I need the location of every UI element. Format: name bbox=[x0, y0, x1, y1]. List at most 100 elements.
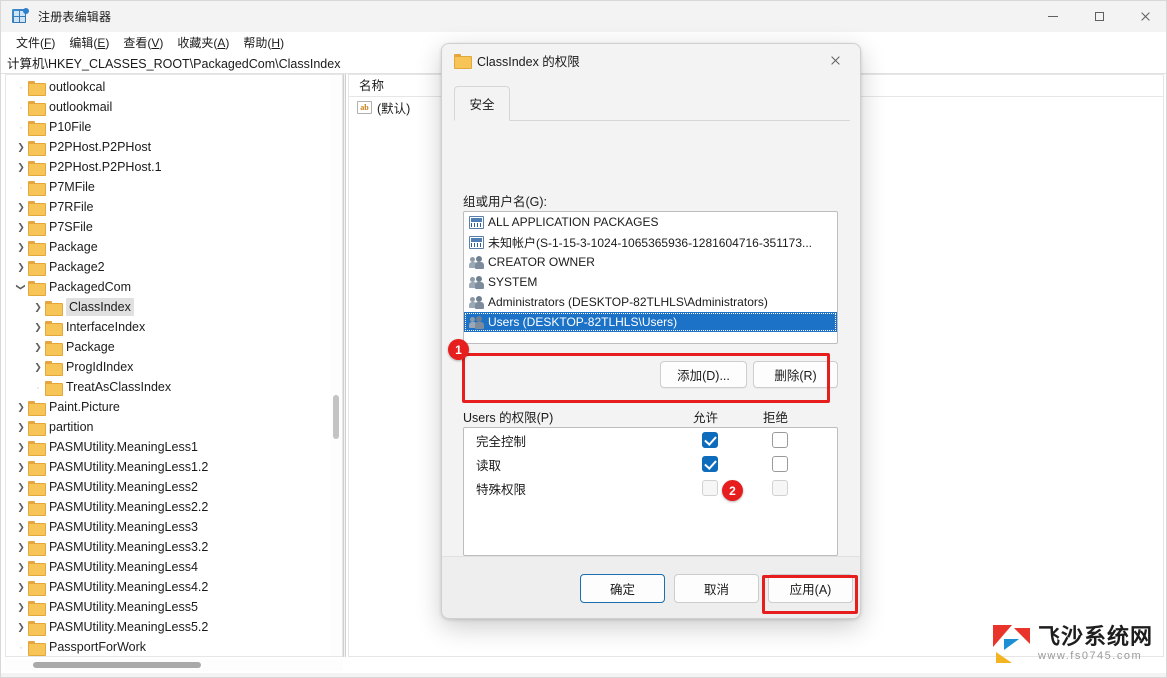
tree-node[interactable]: · outlookmail bbox=[6, 97, 330, 117]
menu-help[interactable]: 帮助(H) bbox=[236, 33, 291, 52]
menu-favorites[interactable]: 收藏夹(A) bbox=[170, 33, 236, 52]
close-button[interactable] bbox=[1122, 1, 1166, 32]
menu-edit[interactable]: 编辑(E) bbox=[62, 33, 116, 52]
tree-node[interactable]: · outlookcal bbox=[6, 77, 330, 97]
tree-node[interactable]: ❯ PASMUtility.MeaningLess2 bbox=[6, 477, 330, 497]
group-list-item-label: ALL APPLICATION PACKAGES bbox=[488, 215, 659, 229]
apply-button[interactable]: 应用(A) bbox=[768, 574, 853, 603]
group-list-item[interactable]: Users (DESKTOP-82TLHLS\Users) bbox=[464, 312, 837, 332]
tree-horizontal-scroll-thumb[interactable] bbox=[33, 662, 201, 668]
tree-node[interactable]: · TreatAsClassIndex bbox=[6, 377, 330, 397]
chevron-right-icon[interactable]: ❯ bbox=[14, 577, 28, 597]
tree-node[interactable]: ❯ Package bbox=[6, 337, 330, 357]
tree-node[interactable]: ❯ Package2 bbox=[6, 257, 330, 277]
group-list-item[interactable]: 未知帐户(S-1-15-3-1024-1065365936-1281604716… bbox=[464, 232, 837, 252]
tree-node[interactable]: ❯ PASMUtility.MeaningLess3.2 bbox=[6, 537, 330, 557]
deny-checkbox[interactable] bbox=[772, 456, 788, 472]
chevron-right-icon[interactable]: ❯ bbox=[14, 457, 28, 477]
permission-row[interactable]: 特殊权限 bbox=[464, 476, 837, 500]
chevron-right-icon[interactable]: ❯ bbox=[14, 437, 28, 457]
registry-tree[interactable]: · outlookcal · outlookmail · P10File ❯ P2PHost.… bbox=[6, 75, 330, 656]
tree-node[interactable]: ❯ PASMUtility.MeaningLess2.2 bbox=[6, 497, 330, 517]
menu-file[interactable]: 文件(F) bbox=[9, 33, 62, 52]
chevron-right-icon[interactable]: ❯ bbox=[31, 337, 45, 357]
chevron-right-icon[interactable]: ❯ bbox=[14, 597, 28, 617]
chevron-right-icon[interactable]: ❯ bbox=[14, 257, 28, 277]
tree-node[interactable]: ❯ PASMUtility.MeaningLess3 bbox=[6, 517, 330, 537]
chevron-right-icon[interactable]: ❯ bbox=[14, 397, 28, 417]
remove-button[interactable]: 删除(R) bbox=[753, 361, 838, 388]
tree-node-label: P2PHost.P2PHost bbox=[49, 140, 152, 154]
tree-node-label: outlookmail bbox=[49, 100, 113, 114]
chevron-right-icon[interactable]: ❯ bbox=[14, 517, 28, 537]
group-list-item[interactable]: ALL APPLICATION PACKAGES bbox=[464, 212, 837, 232]
tree-node[interactable]: · P7MFile bbox=[6, 177, 330, 197]
dialog-close-button[interactable] bbox=[816, 45, 854, 75]
tab-security[interactable]: 安全 bbox=[454, 86, 510, 121]
menu-file-tail: ) bbox=[51, 35, 56, 50]
chevron-right-icon[interactable]: ❯ bbox=[14, 497, 28, 517]
tree-node[interactable]: ❯ PASMUtility.MeaningLess4 bbox=[6, 557, 330, 577]
add-button[interactable]: 添加(D)... bbox=[660, 361, 747, 388]
tree-node-label: PASMUtility.MeaningLess4 bbox=[49, 560, 198, 574]
tree-node[interactable]: · PassportForWork bbox=[6, 637, 330, 656]
chevron-right-icon[interactable]: ❯ bbox=[14, 537, 28, 557]
group-list-item[interactable]: SYSTEM bbox=[464, 272, 837, 292]
chevron-right-icon[interactable]: ❯ bbox=[14, 137, 28, 157]
group-list-item[interactable]: CREATOR OWNER bbox=[464, 252, 837, 272]
chevron-right-icon[interactable]: ❯ bbox=[31, 357, 45, 377]
tree-node[interactable]: ❯ P7RFile bbox=[6, 197, 330, 217]
chevron-right-icon[interactable]: ❯ bbox=[14, 417, 28, 437]
tree-node[interactable]: ❯ PASMUtility.MeaningLess1 bbox=[6, 437, 330, 457]
group-list-item-label: Administrators (DESKTOP-82TLHLS\Administ… bbox=[488, 295, 768, 309]
tree-horizontal-scrollbar[interactable] bbox=[5, 659, 343, 671]
permission-row[interactable]: 完全控制 bbox=[464, 428, 837, 452]
tree-vertical-scrollbar[interactable] bbox=[330, 75, 342, 656]
permissions-list[interactable]: 完全控制读取 特殊权限 bbox=[463, 427, 838, 556]
tree-node[interactable]: ❯ ClassIndex bbox=[6, 297, 330, 317]
chevron-right-icon[interactable]: ❯ bbox=[31, 317, 45, 337]
deny-checkbox[interactable] bbox=[772, 432, 788, 448]
chevron-right-icon[interactable]: ❯ bbox=[31, 297, 45, 317]
tree-node[interactable]: ❯ PASMUtility.MeaningLess4.2 bbox=[6, 577, 330, 597]
tree-node[interactable]: ❯ P7SFile bbox=[6, 217, 330, 237]
users-icon bbox=[469, 255, 484, 269]
group-list-item-label: 未知帐户(S-1-15-3-1024-1065365936-1281604716… bbox=[488, 235, 812, 250]
tree-node-label: ClassIndex bbox=[66, 298, 134, 316]
tree-node[interactable]: ❯ Package bbox=[6, 237, 330, 257]
maximize-button[interactable] bbox=[1076, 1, 1122, 32]
permission-row[interactable]: 读取 bbox=[464, 452, 837, 476]
pane-splitter[interactable] bbox=[343, 74, 346, 657]
chevron-right-icon[interactable]: ❯ bbox=[14, 617, 28, 637]
cancel-button[interactable]: 取消 bbox=[674, 574, 759, 603]
tree-node[interactable]: ❯ PASMUtility.MeaningLess1.2 bbox=[6, 457, 330, 477]
tree-node[interactable]: ❯ ProgIdIndex bbox=[6, 357, 330, 377]
tree-node[interactable]: ❯ P2PHost.P2PHost.1 bbox=[6, 157, 330, 177]
minimize-button[interactable] bbox=[1030, 1, 1076, 32]
chevron-right-icon[interactable]: ❯ bbox=[14, 157, 28, 177]
tree-node[interactable]: ❯ partition bbox=[6, 417, 330, 437]
group-or-user-list[interactable]: ALL APPLICATION PACKAGES 未知帐户(S-1-15-3-10… bbox=[463, 211, 838, 344]
tree-node[interactable]: ❯ Paint.Picture bbox=[6, 397, 330, 417]
deny-checkbox bbox=[772, 480, 788, 496]
menu-view[interactable]: 查看(V) bbox=[116, 33, 170, 52]
ok-button[interactable]: 确定 bbox=[580, 574, 665, 603]
tree-node-label: PASMUtility.MeaningLess2 bbox=[49, 480, 198, 494]
chevron-right-icon[interactable]: ❯ bbox=[14, 197, 28, 217]
allow-checkbox[interactable] bbox=[702, 432, 718, 448]
chevron-right-icon[interactable]: ❯ bbox=[14, 557, 28, 577]
allow-checkbox[interactable] bbox=[702, 456, 718, 472]
tree-node-label: Package2 bbox=[49, 260, 105, 274]
tree-node[interactable]: ❯ P2PHost.P2PHost bbox=[6, 137, 330, 157]
tree-node[interactable]: · P10File bbox=[6, 117, 330, 137]
chevron-right-icon[interactable]: ❯ bbox=[14, 237, 28, 257]
tree-node[interactable]: ❯ PackagedCom bbox=[6, 277, 330, 297]
tree-node[interactable]: ❯ PASMUtility.MeaningLess5 bbox=[6, 597, 330, 617]
chevron-right-icon[interactable]: ❯ bbox=[14, 217, 28, 237]
permission-name: 完全控制 bbox=[476, 434, 527, 449]
tree-vertical-scroll-thumb[interactable] bbox=[333, 395, 339, 439]
group-list-item[interactable]: Administrators (DESKTOP-82TLHLS\Administ… bbox=[464, 292, 837, 312]
chevron-right-icon[interactable]: ❯ bbox=[14, 477, 28, 497]
tree-node[interactable]: ❯ InterfaceIndex bbox=[6, 317, 330, 337]
tree-node[interactable]: ❯ PASMUtility.MeaningLess5.2 bbox=[6, 617, 330, 637]
